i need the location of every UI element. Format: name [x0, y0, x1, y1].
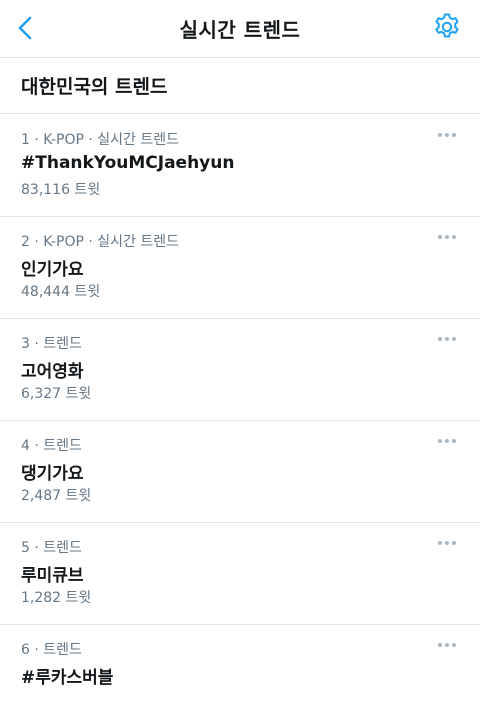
more-options-icon[interactable]: [438, 435, 458, 447]
trend-name: #ThankYouMCJaehyun: [21, 153, 235, 173]
section-title: 대한민국의 트렌드: [21, 76, 168, 98]
more-options-icon[interactable]: [438, 639, 458, 651]
trend-tweet-count: 83,116 트윗: [21, 182, 101, 198]
trend-meta: 6 · 트렌드: [21, 642, 82, 658]
trend-item[interactable]: 3 · 트렌드 고어영화 6,327 트윗: [0, 319, 480, 421]
trend-meta: 3 · 트렌드: [21, 336, 82, 352]
more-options-icon[interactable]: [438, 129, 458, 141]
trend-name: 루미큐브: [21, 566, 84, 586]
trend-name: 고어영화: [21, 362, 84, 382]
top-nav-bar: 실시간 트렌드: [0, 0, 480, 58]
more-options-icon[interactable]: [438, 537, 458, 549]
trend-tweet-count: 48,444 트윗: [21, 284, 101, 300]
trend-name: 댕기가요: [21, 464, 84, 484]
trend-item[interactable]: 1 · K-POP · 실시간 트렌드 #ThankYouMCJaehyun 8…: [0, 115, 480, 217]
trend-item[interactable]: 5 · 트렌드 루미큐브 1,282 트윗: [0, 523, 480, 625]
trend-name: #루카스버블: [21, 668, 114, 688]
trend-meta: 1 · K-POP · 실시간 트렌드: [21, 132, 180, 148]
trend-meta: 5 · 트렌드: [21, 540, 82, 556]
section-header: 대한민국의 트렌드: [0, 58, 480, 114]
trend-meta: 2 · K-POP · 실시간 트렌드: [21, 234, 180, 250]
trend-tweet-count: 6,327 트윗: [21, 386, 92, 402]
trend-item[interactable]: 4 · 트렌드 댕기가요 2,487 트윗: [0, 421, 480, 523]
trend-meta: 4 · 트렌드: [21, 438, 82, 454]
more-options-icon[interactable]: [438, 231, 458, 243]
more-options-icon[interactable]: [438, 333, 458, 345]
gear-icon[interactable]: [432, 12, 462, 42]
trend-tweet-count: 1,282 트윗: [21, 590, 92, 606]
trend-name: 인기가요: [21, 260, 84, 280]
trend-item[interactable]: 6 · 트렌드 #루카스버블: [0, 625, 480, 726]
page-title: 실시간 트렌드: [179, 18, 301, 42]
trend-item[interactable]: 2 · K-POP · 실시간 트렌드 인기가요 48,444 트윗: [0, 217, 480, 319]
trend-tweet-count: 2,487 트윗: [21, 488, 92, 504]
